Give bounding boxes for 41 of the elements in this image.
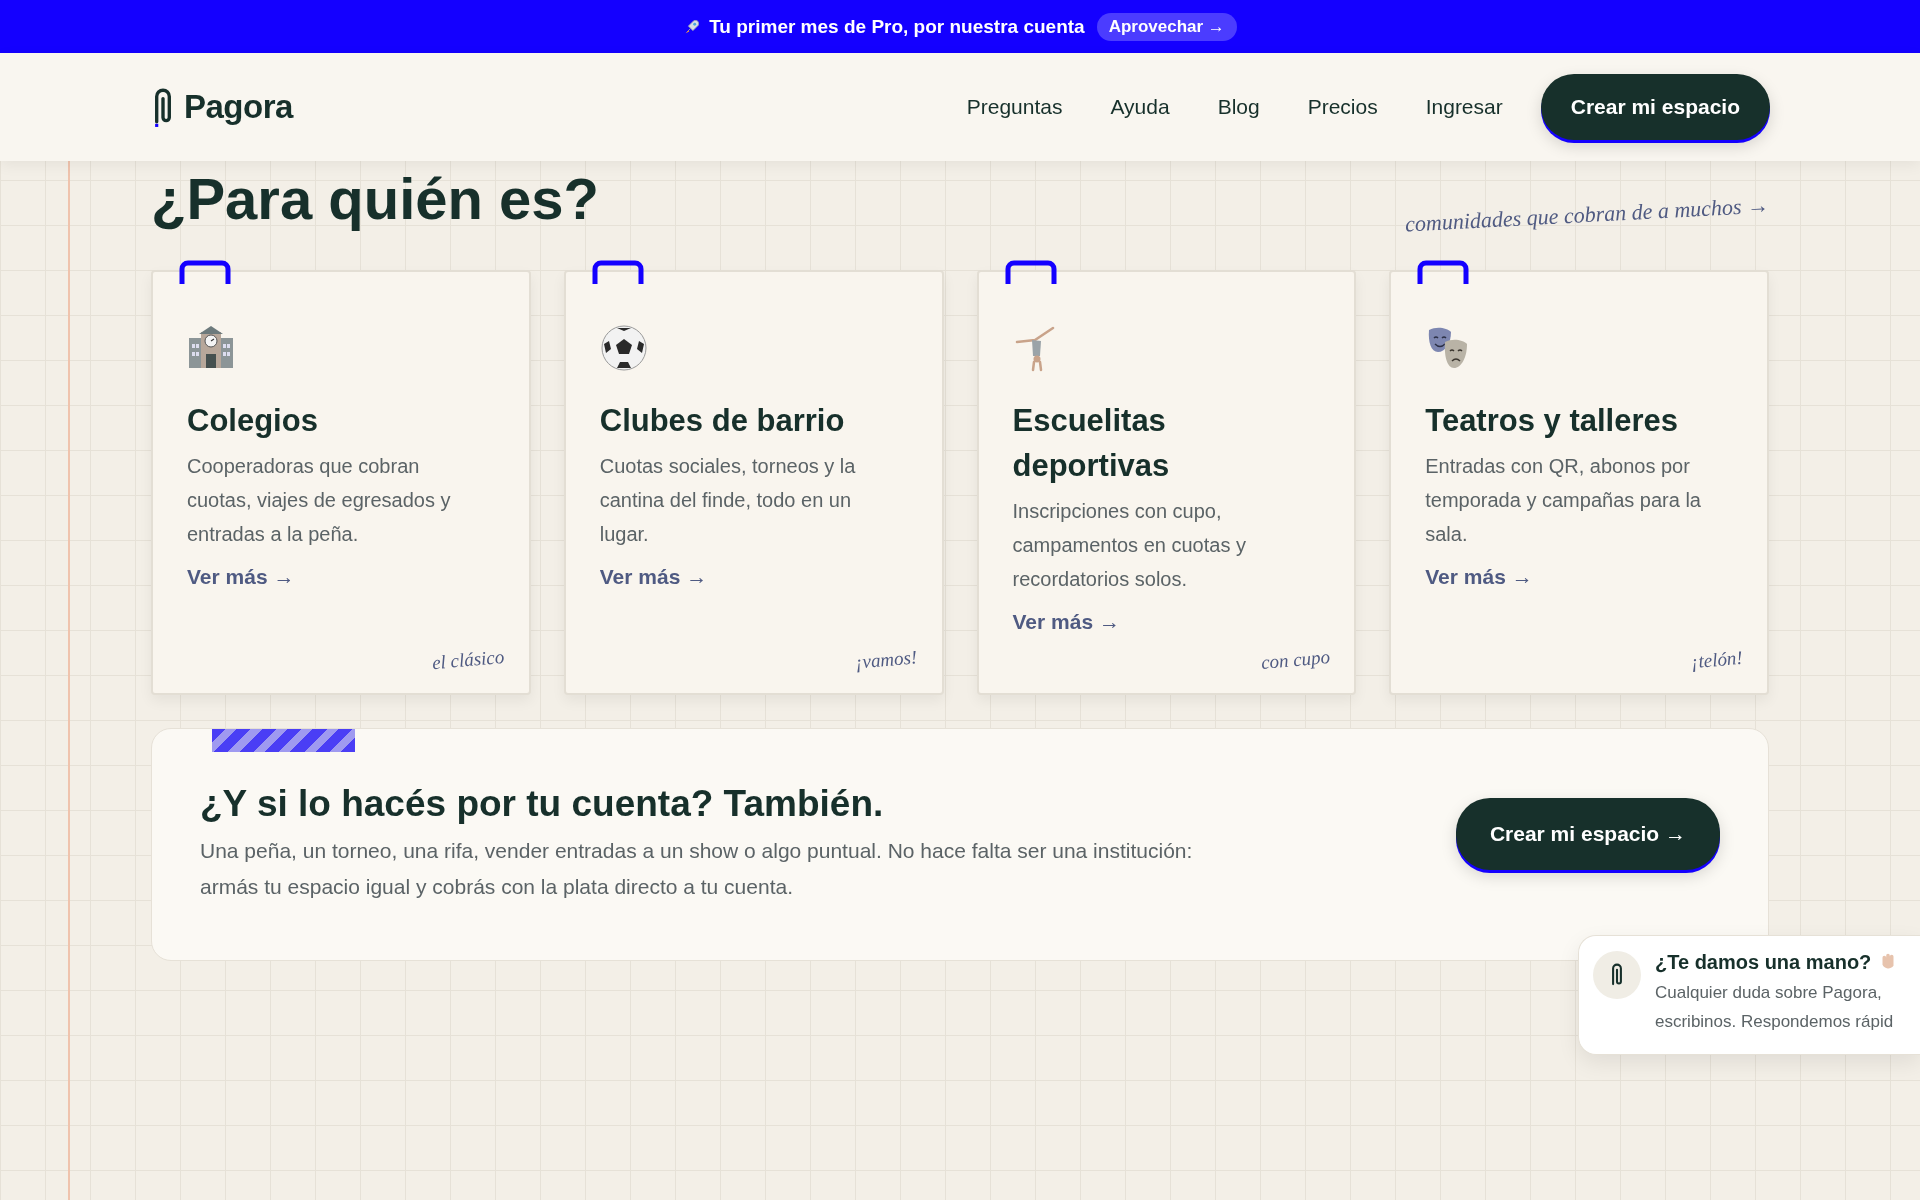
clip-tab-icon (1417, 259, 1470, 284)
see-more-link[interactable]: Ver más → (1425, 564, 1533, 589)
handwritten-note: ¡telón! (1690, 646, 1744, 674)
nav-link[interactable]: Ingresar (1425, 95, 1503, 119)
promo-link[interactable]: Aprovechar → (1096, 12, 1237, 41)
card-title: Escuelitas deportivas (1012, 401, 1171, 485)
clip-tab-icon (179, 259, 231, 284)
handwritten-note: con cupo (1260, 645, 1332, 674)
nav-link[interactable]: Ayuda (1110, 95, 1170, 119)
clip-tab-icon (591, 259, 644, 284)
striped-tape-icon (212, 728, 355, 752)
promo-text: Tu primer mes de Pro, por nuestra cuenta (709, 15, 1085, 38)
rocket-icon (683, 17, 702, 36)
card-title: Clubes de barrio (599, 401, 845, 440)
nav-link[interactable]: Preguntas (966, 95, 1063, 119)
clip-tab-icon (1004, 259, 1057, 284)
soccer-ball-icon (599, 323, 648, 372)
card-description: Entradas con QR, abonos por temporada y campañas para la sala. (1425, 453, 1702, 547)
card-title: Teatros y talleres (1425, 401, 1678, 440)
handwritten-note: ¡vamos! (854, 646, 919, 674)
card-description: Inscripciones con cupo, campamentos en cuotas y recordatorios solos. (1012, 498, 1247, 592)
cta-description: Una peña, un torneo, una rifa, vender entradas a un show o algo puntual. No hace falta ser una institución: armás tu espacio igual y cobrás con la plata directo a tu cuenta. (200, 838, 1194, 901)
card-description: Cooperadoras que cobran cuotas, viajes de egresados y entradas a la peña. (187, 453, 452, 547)
section-title: ¿Para quién es? (151, 169, 600, 230)
cta-title: ¿Y si lo hacés por tu cuenta? También. (200, 783, 885, 826)
popup-title: ¿Te damos una mano? (1655, 951, 1872, 974)
create-space-button[interactable]: Crear mi espacio → (1455, 798, 1720, 871)
nav-link[interactable]: Blog (1217, 95, 1260, 119)
create-space-button[interactable]: Crear mi espacio (1540, 74, 1770, 140)
handwritten-note: comunidades que cobran de a muchos → (1404, 192, 1770, 238)
card-description: Cuotas sociales, torneos y la cantina del finde, todo en un lugar. (599, 453, 857, 547)
see-more-link[interactable]: Ver más → (187, 564, 295, 589)
help-popup[interactable]: ¿Te damos una mano? Cualquier duda sobre Pagora, escribinos. Respondemos rápid (1578, 935, 1920, 1055)
card-title: Colegios (187, 401, 318, 440)
handwritten-note: el clásico (431, 645, 506, 674)
see-more-link[interactable]: Ver más → (1012, 609, 1120, 634)
brand-name[interactable]: Pagora (184, 88, 293, 126)
popup-text: Cualquier duda sobre Pagora, escribinos. Respondemos rápid (1655, 982, 1895, 1033)
nav-link[interactable]: Precios (1307, 95, 1378, 119)
paperclip-logo-icon (1609, 962, 1625, 988)
see-more-link[interactable]: Ver más → (599, 564, 708, 589)
